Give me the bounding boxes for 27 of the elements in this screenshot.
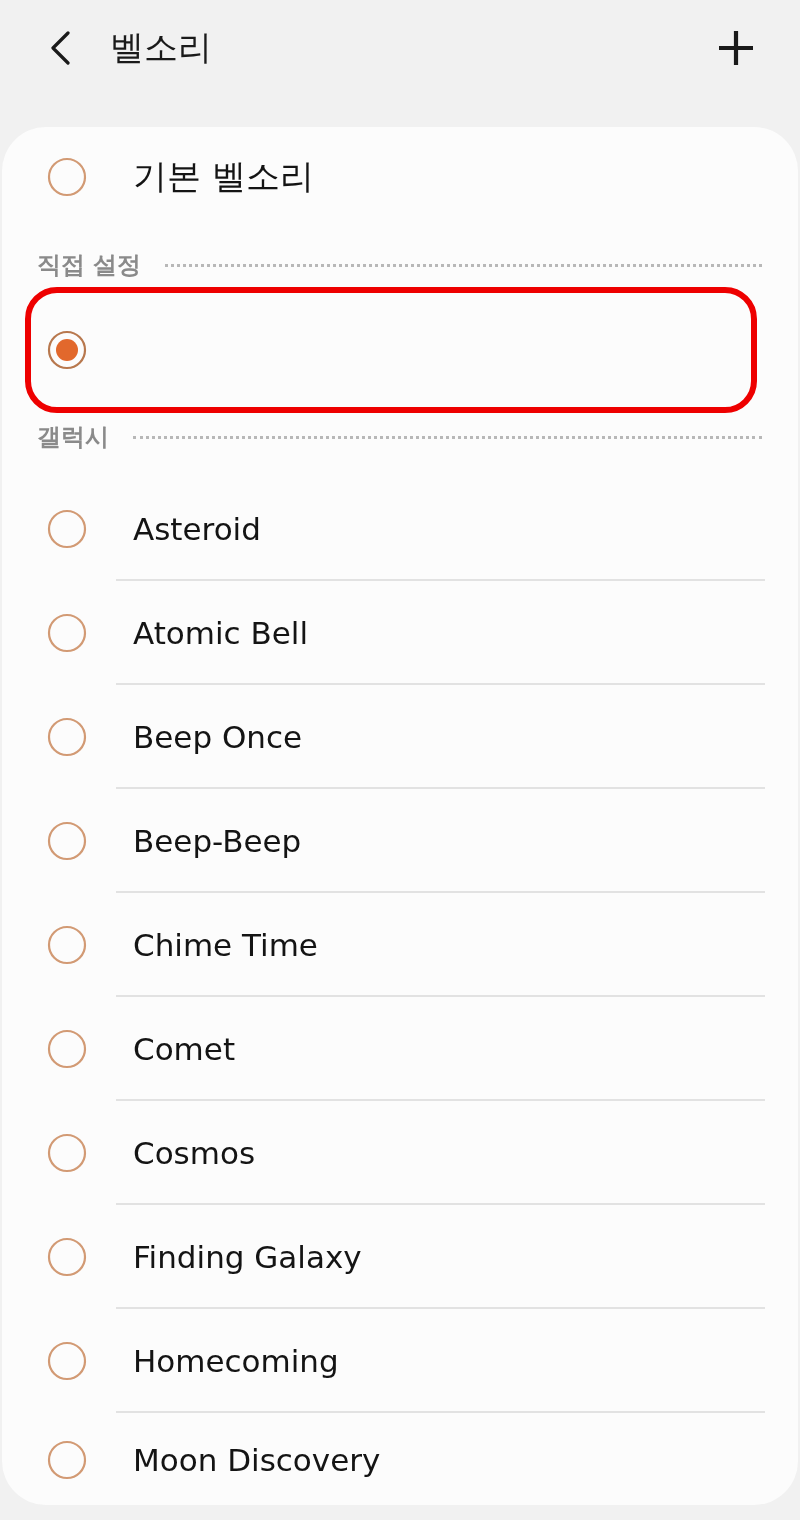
page-title: 벨소리	[110, 29, 212, 65]
radio-button[interactable]	[47, 1440, 87, 1480]
ringtone-option[interactable]: Asteroid	[2, 477, 798, 581]
add-icon[interactable]	[718, 30, 754, 66]
radio-button[interactable]	[47, 157, 87, 197]
radio-button[interactable]	[47, 509, 87, 549]
ringtone-option[interactable]: Finding Galaxy	[2, 1205, 798, 1309]
ringtone-option[interactable]: 기본 벨소리	[2, 127, 798, 227]
ringtone-option[interactable]: Moon Discovery	[2, 1413, 798, 1505]
ringtone-option[interactable]: Atomic Bell	[2, 581, 798, 685]
radio-button[interactable]	[47, 1237, 87, 1277]
ringtone-option[interactable]: Beep-Beep	[2, 789, 798, 893]
ringtone-option[interactable]: Beep Once	[2, 685, 798, 789]
radio-button[interactable]	[47, 330, 87, 370]
radio-button[interactable]	[47, 821, 87, 861]
ringtone-option[interactable]: Homecoming	[2, 1309, 798, 1413]
radio-button[interactable]	[47, 1029, 87, 1069]
radio-button[interactable]	[47, 613, 87, 653]
radio-button[interactable]	[47, 717, 87, 757]
section-header: 갤럭시	[37, 422, 109, 453]
ringtone-option[interactable]: Comet	[2, 997, 798, 1101]
ringtone-option[interactable]: Chime Time	[2, 893, 798, 997]
radio-button[interactable]	[47, 925, 87, 965]
radio-button[interactable]	[47, 1133, 87, 1173]
ringtone-option[interactable]: Cosmos	[2, 1101, 798, 1205]
radio-button[interactable]	[47, 1341, 87, 1381]
section-header: 직접 설정	[37, 250, 142, 281]
